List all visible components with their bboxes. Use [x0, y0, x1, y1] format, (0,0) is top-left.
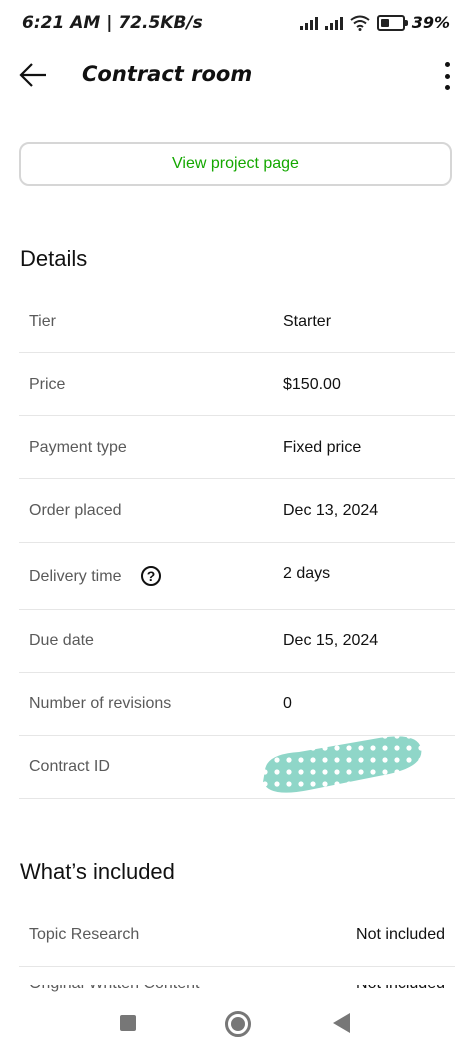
battery-icon	[376, 14, 408, 31]
truncated-text	[0, 92, 474, 102]
included-value: Not included	[356, 985, 445, 993]
status-time: 6:21 AM | 72.5KB/s	[22, 13, 203, 33]
more-options-icon[interactable]	[438, 62, 456, 90]
wifi-icon	[350, 15, 370, 31]
detail-value: Starter	[283, 313, 332, 330]
redaction-scribble	[263, 736, 422, 793]
back-icon[interactable]	[333, 1013, 350, 1033]
detail-label: Due date	[29, 632, 94, 649]
detail-value: 2 days	[283, 565, 331, 582]
signal-icon-2	[324, 16, 343, 30]
included-row: Topic Research Not included	[19, 902, 455, 967]
detail-label: Number of revisions	[29, 695, 172, 712]
detail-row-order-placed: Order placed Dec 13, 2024	[19, 479, 455, 543]
home-icon[interactable]	[225, 1011, 251, 1037]
detail-row-revisions: Number of revisions 0	[19, 673, 455, 736]
view-project-button[interactable]: View project page	[19, 142, 452, 186]
detail-value: Dec 15, 2024	[283, 632, 379, 649]
signal-icon	[299, 16, 318, 30]
detail-row-delivery-time: Delivery time ? 2 days	[19, 543, 455, 610]
page-title: Contract room	[82, 62, 253, 86]
detail-label: Payment type	[29, 439, 127, 456]
details-heading: Details	[20, 246, 88, 271]
included-value: Not included	[356, 926, 445, 943]
battery-percentage: 39%	[411, 13, 450, 32]
whats-included-heading: What’s included	[20, 859, 175, 884]
detail-value: $150.00	[283, 376, 341, 393]
system-nav-bar	[0, 1000, 474, 1053]
detail-label: Tier	[29, 313, 56, 330]
details-table: Tier Starter Price $150.00 Payment type …	[19, 290, 455, 799]
detail-label: Contract ID	[29, 758, 110, 775]
detail-row-payment-type: Payment type Fixed price	[19, 416, 455, 479]
status-bar: 6:21 AM | 72.5KB/s 39%	[0, 0, 474, 48]
detail-label: Delivery time	[29, 568, 122, 585]
included-table: Topic Research Not included	[19, 902, 455, 967]
detail-value: Fixed price	[283, 439, 362, 456]
recents-icon[interactable]	[120, 1015, 136, 1031]
detail-label: Price	[29, 376, 66, 393]
detail-value: Dec 13, 2024	[283, 502, 379, 519]
detail-row-price: Price $150.00	[19, 353, 455, 416]
detail-row-contract-id: Contract ID	[19, 736, 455, 799]
detail-label: Order placed	[29, 502, 122, 519]
detail-value: 0	[283, 695, 292, 712]
status-icons: 39%	[299, 13, 450, 32]
detail-row-tier: Tier Starter	[19, 290, 455, 353]
back-arrow-icon[interactable]	[18, 60, 50, 90]
included-label: Topic Research	[29, 926, 140, 943]
included-label: Original Written Content	[29, 985, 199, 993]
help-icon[interactable]: ?	[141, 566, 161, 586]
detail-row-due-date: Due date Dec 15, 2024	[19, 610, 455, 673]
